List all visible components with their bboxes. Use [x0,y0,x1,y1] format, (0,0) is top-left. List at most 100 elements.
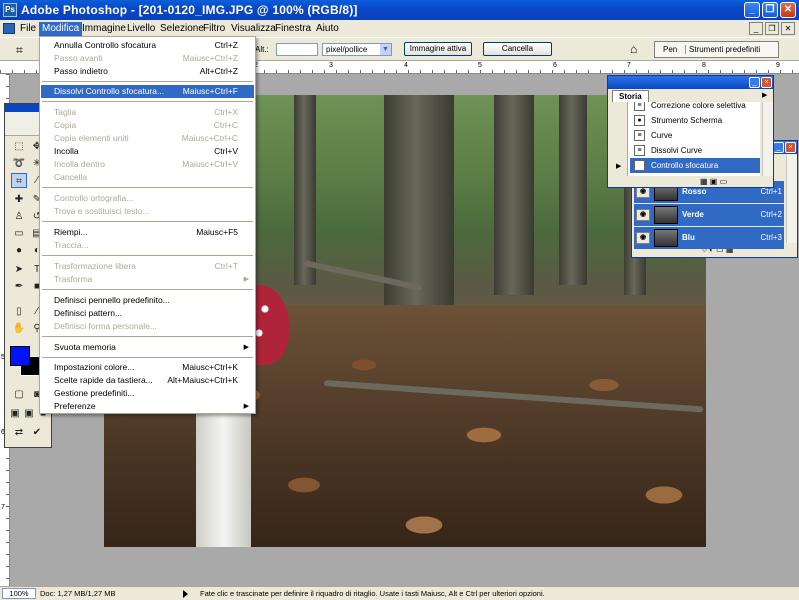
eye-icon[interactable]: ◉ [636,209,650,221]
menu-item-step-backward[interactable]: Passo indietro Alt+Ctrl+Z [41,65,254,78]
history-row[interactable]: ≡ Curve [630,128,760,143]
menu-item-preset-manager[interactable]: Gestione predefiniti... [41,387,254,400]
document-icon[interactable] [3,23,15,34]
menu-item-color-settings[interactable]: Impostazioni colore... Maiusc+Ctrl+K [41,361,254,374]
doc-icon: ≡ [634,160,645,171]
menu-item-spell-check[interactable]: Controllo ortografia... [41,192,254,205]
hand-tool-icon[interactable]: ✋ [11,321,27,336]
ruler-label: 8 [702,62,706,69]
menu-finestra[interactable]: Finestra [272,22,314,36]
palette-minimize-button[interactable]: _ [749,77,760,88]
menu-item-shortcut: Maiusc+F5 [196,227,238,237]
menu-immagine[interactable]: Immagine [79,22,129,36]
crop-tool-icon[interactable]: ⌗ [16,43,23,58]
menu-modifica[interactable]: Modifica [39,22,83,36]
tab-pennelli[interactable]: Pen [663,45,677,54]
doc-size-info[interactable]: Doc: 1,27 MB/1,27 MB [40,587,115,600]
menu-item-purge[interactable]: Svuota memoria ▶ [41,341,254,354]
marquee-tool-icon[interactable]: ⬚ [11,139,27,154]
close-button[interactable]: ✕ [780,2,796,18]
menu-livello[interactable]: Livello [124,22,158,36]
menu-item-free-transform[interactable]: Trasformazione libera Ctrl+T [41,260,254,273]
doc-minimize-button[interactable]: _ [749,22,763,35]
chevron-down-icon: ▼ [380,44,391,55]
tab-tool-presets[interactable]: Strumenti predefiniti [685,45,760,54]
palette-close-button[interactable]: × [785,142,796,153]
menu-item-fill[interactable]: Riempi... Maiusc+F5 [41,226,254,239]
palette-close-button[interactable]: × [761,77,772,88]
status-hint: Fate clic e trascinate per definire il r… [200,589,545,598]
menu-item-label: Preferenze [54,401,96,411]
blur-tool-icon[interactable]: ● [11,243,27,258]
photoshop-app-icon[interactable]: Ps [3,3,17,17]
history-label: Dissolvi Curve [651,146,703,155]
maximize-button[interactable]: ❐ [762,2,778,18]
menu-item-step-forward[interactable]: Passo avanti Maiusc+Ctrl+Z [41,52,254,65]
status-bar: 100% Doc: 1,27 MB/1,27 MB Fate clic e tr… [0,586,799,600]
cancel-button[interactable]: Cancella [483,42,552,56]
doc-close-button[interactable]: ✕ [781,22,795,35]
active-image-button[interactable]: Immagine attiva [404,42,472,56]
palette-menu-arrow-icon[interactable]: ▶ [762,91,767,99]
menu-item-paste[interactable]: Incolla Ctrl+V [41,145,254,158]
history-row[interactable]: ● Strumento Scherma [630,113,760,128]
ruler-label: 6 [553,62,557,69]
jump-to-imageready-icon[interactable]: ⇄ [11,425,27,440]
healing-brush-icon[interactable]: ✚ [11,192,27,207]
menu-item-paste-into[interactable]: Incolla dentro Maiusc+Ctrl+V [41,158,254,171]
status-arrow-icon[interactable] [183,590,188,598]
zoom-field[interactable]: 100% [2,588,36,599]
menu-item-fade[interactable]: Dissolvi Controllo sfocatura... Maiusc+Ct… [41,85,254,98]
history-row-selected[interactable]: ≡ Controllo sfocatura [630,158,760,173]
menu-item-cut[interactable]: Taglia Ctrl+X [41,106,254,119]
palette-well-icon[interactable]: ⌂ [630,42,637,56]
menu-item-find-replace[interactable]: Trova e sostituisci testo... [41,205,254,218]
menu-item-copy-merged[interactable]: Copia elementi uniti Maiusc+Ctrl+C [41,132,254,145]
menu-file[interactable]: File [17,22,39,36]
channels-scrollbar[interactable] [786,155,797,243]
history-row[interactable]: ≡ Correzione colore selettiva [630,102,760,113]
menu-filtro[interactable]: Filtro [200,22,228,36]
ruler-label: 4 [404,62,408,69]
submenu-arrow-icon: ▶ [243,403,249,410]
menu-item-define-shape[interactable]: Definisci forma personale... [41,320,254,333]
minimize-button[interactable]: _ [744,2,760,18]
menu-item-label: Cancella [54,172,88,182]
menu-item-preferences[interactable]: Preferenze ▶ [41,400,254,413]
height-input[interactable] [276,43,318,56]
menu-aiuto[interactable]: Aiuto [313,22,342,36]
menu-item-keyboard-shortcuts[interactable]: Scelte rapide da tastiera... Alt+Maiusc+C… [41,374,254,387]
resolution-unit-select[interactable]: pixel/pollice ▼ [322,43,392,56]
doc-icon: ≡ [634,130,645,141]
tab-storia[interactable]: Storia [612,90,649,102]
submenu-arrow-icon: ▶ [243,344,249,351]
channel-row-green[interactable]: ◉ Verde Ctrl+2 [634,204,784,226]
lasso-tool-icon[interactable]: ➰ [11,156,27,171]
clone-stamp-icon[interactable]: ♙ [11,209,27,224]
crop-tool-icon[interactable]: ⌗ [11,173,27,188]
history-footer-icons[interactable]: ▦ ▣ ▭ [700,177,727,186]
history-scrollbar[interactable] [762,102,773,176]
menu-item-undo[interactable]: Annulla Controllo sfocatura Ctrl+Z [41,39,254,52]
notes-tool-icon[interactable]: ▯ [11,304,27,319]
standard-mode-icon[interactable]: ▢ [11,387,27,402]
doc-icon: ≡ [634,102,645,111]
menu-item-define-pattern[interactable]: Definisci pattern... [41,307,254,320]
menu-item-clear[interactable]: Cancella [41,171,254,184]
menu-item-transform[interactable]: Trasforma ▶ [41,273,254,286]
pen-tool-icon[interactable]: ✒ [11,279,27,294]
eye-icon[interactable]: ◉ [636,232,650,244]
palette-minimize-button[interactable]: _ [773,142,784,153]
checkmark-icon[interactable]: ✔ [29,425,45,440]
palette-titlebar[interactable]: _ × [608,76,773,89]
doc-restore-button[interactable]: ❐ [765,22,779,35]
menu-item-label: Definisci pattern... [54,308,123,318]
path-select-icon[interactable]: ➤ [11,262,27,277]
menu-item-stroke[interactable]: Traccia... [41,239,254,252]
eraser-tool-icon[interactable]: ▭ [11,226,27,241]
channel-row-blue[interactable]: ◉ Blu Ctrl+3 [634,227,784,249]
foreground-color-swatch[interactable] [10,346,30,366]
menu-item-copy[interactable]: Copia Ctrl+C [41,119,254,132]
history-row[interactable]: ≡ Dissolvi Curve [630,143,760,158]
menu-item-define-brush[interactable]: Definisci pennello predefinito... [41,294,254,307]
